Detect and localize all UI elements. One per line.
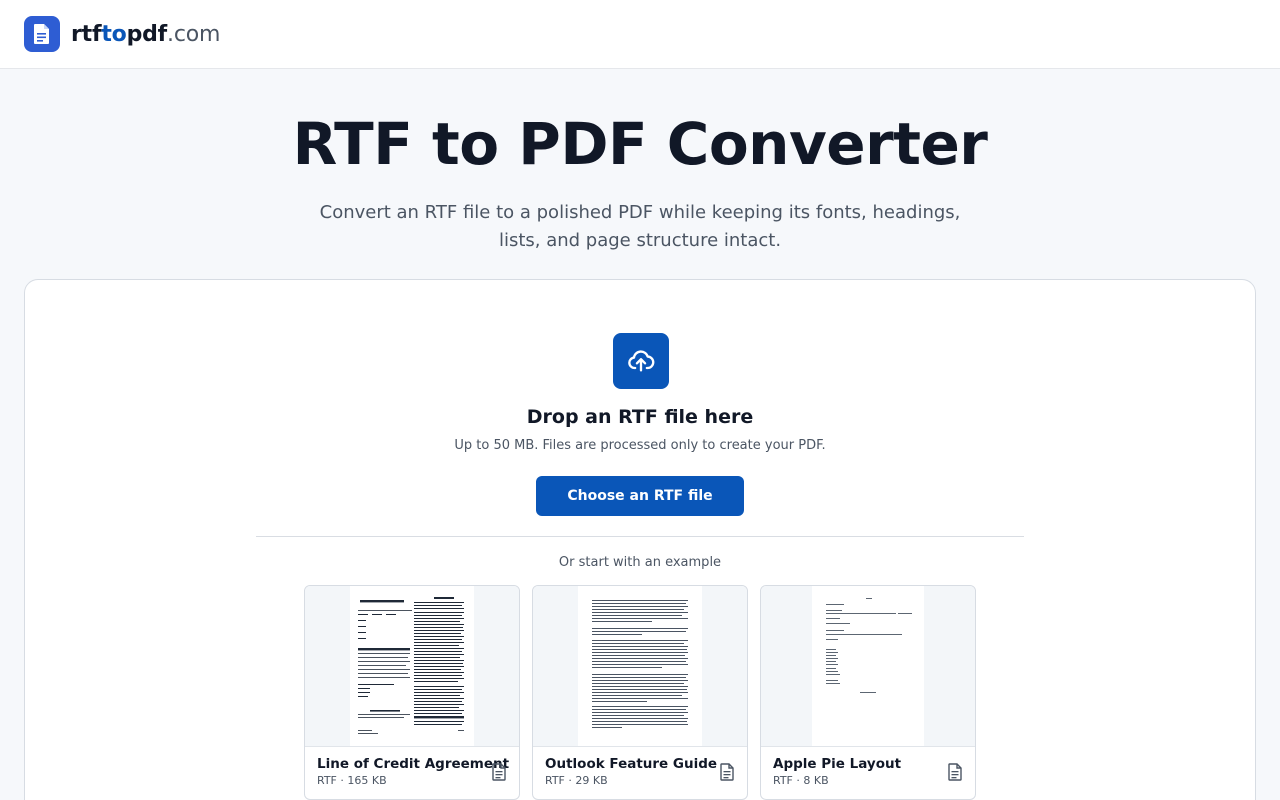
- drop-zone-title: Drop an RTF file here: [526, 406, 754, 428]
- page-title: RTF to PDF Converter: [292, 110, 988, 178]
- cloud-upload-icon[interactable]: [613, 333, 669, 389]
- example-preview: [533, 586, 747, 747]
- logo-tld: .com: [167, 21, 221, 47]
- section-divider: [256, 536, 1024, 537]
- example-title: Line of Credit Agreement: [317, 756, 510, 772]
- upload-card: Drop an RTF file here Up to 50 MB. Files…: [24, 279, 1256, 800]
- example-card-outlook-guide[interactable]: Outlook Feature Guide RTF · 29 KB: [532, 585, 748, 800]
- site-header: rtftopdf.com: [0, 0, 1280, 69]
- document-thumbnail: [812, 586, 924, 746]
- examples-label: Or start with an example: [558, 555, 722, 570]
- example-card-line-of-credit[interactable]: Line of Credit Agreement RTF · 165 KB: [304, 585, 520, 800]
- example-meta: RTF · 165 KB: [317, 774, 387, 787]
- example-list: Line of Credit Agreement RTF · 165 KB Ou…: [304, 585, 976, 800]
- file-text-icon: [948, 763, 962, 781]
- document-thumbnail: [350, 586, 474, 746]
- drop-zone-note: Up to 50 MB. Files are processed only to…: [454, 438, 826, 453]
- example-title: Apple Pie Layout: [773, 756, 902, 772]
- example-preview: [761, 586, 975, 747]
- page-subtitle: Convert an RTF file to a polished PDF wh…: [319, 202, 961, 251]
- logo-wordmark: rtftopdf.com: [71, 22, 220, 47]
- file-text-icon: [720, 763, 734, 781]
- logo-part-rtf: rtf: [71, 21, 102, 47]
- document-thumbnail: [578, 586, 702, 746]
- choose-file-button[interactable]: Choose an RTF file: [536, 476, 744, 516]
- document-icon: [24, 16, 60, 52]
- logo-part-pdf: pdf: [126, 21, 168, 47]
- example-card-apple-pie[interactable]: Apple Pie Layout RTF · 8 KB: [760, 585, 976, 800]
- site-logo[interactable]: rtftopdf.com: [24, 16, 220, 52]
- example-meta: RTF · 8 KB: [773, 774, 829, 787]
- example-meta: RTF · 29 KB: [545, 774, 608, 787]
- example-preview: [305, 586, 519, 747]
- file-text-icon: [492, 763, 506, 781]
- logo-part-to: to: [101, 21, 127, 47]
- example-title: Outlook Feature Guide: [545, 756, 718, 772]
